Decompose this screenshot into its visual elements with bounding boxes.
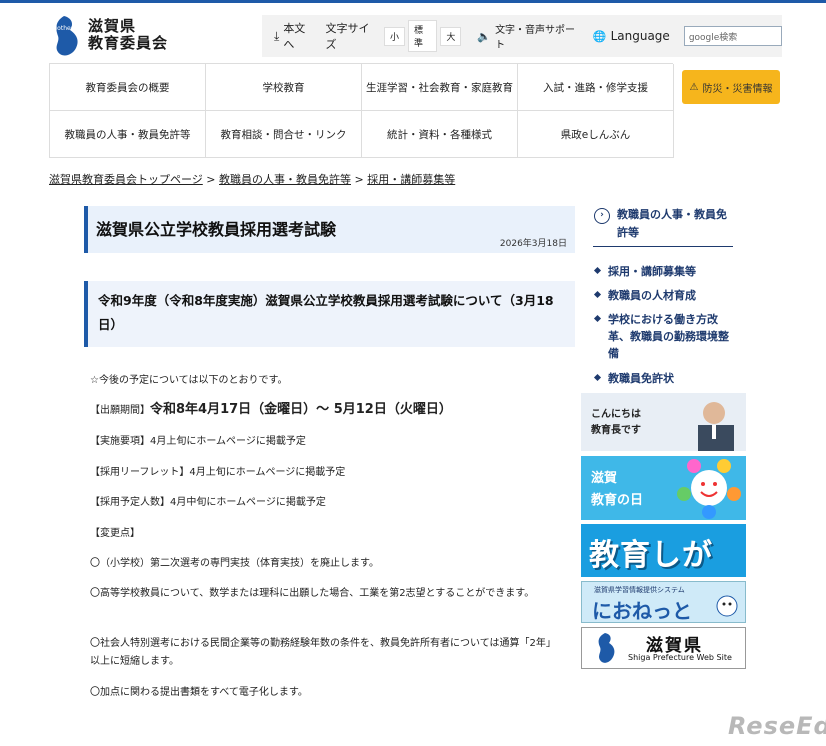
disaster-info-button[interactable]: ⚠ 防災・災害情報	[682, 70, 780, 104]
intro-text: ☆今後の予定については以下のとおりです。	[90, 375, 288, 386]
change-item: 〇社会人特別選考における民間企業等の勤務経験年数の条件を、教員免許所有者について…	[90, 638, 556, 667]
gnav-item-entrance-exam[interactable]: 入試・進路・修学支援	[518, 64, 674, 111]
smile-logo-icon	[677, 459, 741, 519]
warning-icon: ⚠	[689, 81, 699, 93]
person-photo-icon	[698, 402, 734, 451]
gnav-item-statistics[interactable]: 統計・資料・各種様式	[362, 111, 518, 158]
sidebar-heading[interactable]: › 教職員の人事・教員免許等	[593, 206, 733, 247]
font-size-large-button[interactable]: 大	[440, 26, 462, 46]
logo-line2: 教育委員会	[88, 34, 169, 52]
logo-title[interactable]: 滋賀県 教育委員会	[88, 18, 168, 52]
font-size-control: 文字サイズ 小 標準 大	[325, 20, 462, 52]
diamond-bullet-icon	[593, 266, 602, 275]
font-size-standard-button[interactable]: 標準	[408, 20, 438, 52]
breadcrumb-top[interactable]: 滋賀県教育委員会トップページ	[49, 173, 203, 186]
globe-icon: 🌐	[592, 29, 607, 43]
download-arrow-icon: ⤓	[274, 28, 280, 43]
change-item: 〇高等学校教員について、数学または理科に出願した場合、工業を第2志望とすることが…	[90, 588, 535, 599]
speaker-icon: 🔈	[477, 29, 492, 43]
bird-mascot-icon	[716, 595, 738, 617]
sidebar-item-license[interactable]: 教職員免許状	[593, 370, 745, 387]
sidebar-item-work-style[interactable]: 学校における働き方改革、教職員の勤務環境整備	[593, 311, 730, 362]
schedule-line: 【実施要項】4月上旬にホームページに掲載予定	[90, 436, 306, 447]
lake-logo-icon	[598, 633, 615, 663]
schedule-line: 【採用リーフレット】4月上旬にホームページに掲載予定	[90, 467, 346, 478]
diamond-bullet-icon	[593, 314, 602, 323]
superintendent-banner[interactable]: こんにちは 教育長です	[581, 393, 746, 451]
top-accent-bar	[0, 0, 826, 3]
publish-date: 2026年3月18日	[499, 239, 567, 249]
logo-line1: 滋賀県	[88, 17, 137, 35]
application-period: 【出願期間】令和8年4月17日（金曜日）～ 5月12日（火曜日）	[90, 402, 452, 417]
section-heading: 令和9年度（令和8年度実施）滋賀県公立学校教員採用選考試験について（3月18日）	[84, 281, 575, 347]
breadcrumb: 滋賀県教育委員会トップページ > 教職員の人事・教員免許等 > 採用・講師募集等	[49, 173, 456, 186]
sidebar-item-recruitment[interactable]: 採用・講師募集等	[593, 263, 745, 280]
skip-to-main-link[interactable]: ⤓ 本文へ	[274, 20, 315, 52]
change-item: 〇（小学校）第二次選考の専門実技（体育実技）を廃止します。	[90, 558, 379, 569]
page-title-box: 滋賀県公立学校教員採用選考試験 2026年3月18日	[84, 206, 575, 253]
changes-heading: 【変更点】	[90, 528, 140, 539]
sidebar-item-training[interactable]: 教職員の人材育成	[593, 287, 745, 304]
utility-bar: ⤓ 本文へ 文字サイズ 小 標準 大 🔈 文字・音声サポート 🌐 Languag…	[262, 15, 782, 57]
schedule-line: 【採用予定人数】4月中旬にホームページに掲載予定	[90, 497, 326, 508]
change-item: 〇加点に関わる提出書類をすべて電子化します。	[90, 687, 308, 698]
gnav-item-lifelong-learning[interactable]: 生涯学習・社会教育・家庭教育	[362, 64, 518, 111]
chevron-right-icon: ›	[594, 208, 610, 224]
diamond-bullet-icon	[593, 290, 602, 299]
gnav-item-school-education[interactable]: 学校教育	[206, 64, 362, 111]
watermark-logo: ReseEd	[728, 712, 826, 740]
diamond-bullet-icon	[593, 373, 602, 382]
language-link[interactable]: 🌐 Language	[593, 29, 670, 43]
gnav-item-e-newspaper[interactable]: 県政eしんぶん	[518, 111, 674, 158]
shiga-prefecture-banner[interactable]: 滋賀県 Shiga Prefecture Web Site	[581, 627, 746, 669]
font-size-small-button[interactable]: 小	[384, 26, 406, 46]
gnav-item-overview[interactable]: 教育委員会の概要	[50, 64, 206, 111]
svg-text:Mother Lake: Mother Lake	[52, 25, 89, 32]
education-day-banner[interactable]: 滋賀 教育の日	[581, 456, 746, 520]
lake-logo-icon: Mother Lake	[52, 16, 89, 56]
breadcrumb-recruitment[interactable]: 採用・講師募集等	[367, 173, 455, 186]
gnav-item-consultation[interactable]: 教育相談・問合せ・リンク	[206, 111, 362, 158]
page-title: 滋賀県公立学校教員採用選考試験	[96, 220, 337, 239]
voice-support-link[interactable]: 🔈 文字・音声サポート	[477, 21, 583, 51]
global-nav: 教育委員会の概要 学校教育 生涯学習・社会教育・家庭教育 入試・進路・修学支援 …	[49, 63, 674, 158]
kyoiku-shiga-banner[interactable]: 教育しが	[581, 524, 746, 577]
gnav-item-staff-personnel[interactable]: 教職員の人事・教員免許等	[50, 111, 206, 158]
breadcrumb-staff[interactable]: 教職員の人事・教員免許等	[219, 173, 351, 186]
search-input[interactable]: google検索	[683, 26, 782, 46]
nionet-banner[interactable]: 滋賀県学習情報提供システム におねっと	[581, 581, 746, 623]
